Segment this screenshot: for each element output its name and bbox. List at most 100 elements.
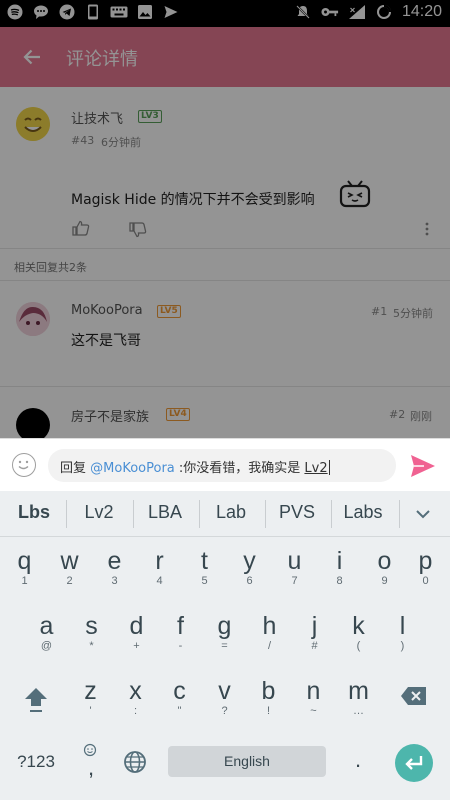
key[interactable]: b! [246,677,291,717]
symbols-key[interactable]: ?123 [6,752,66,772]
globe-icon [124,751,146,773]
key[interactable]: a @ [24,612,69,652]
key[interactable]: v? [202,677,247,717]
key[interactable]: y6 [227,547,272,587]
phone-icon [84,3,102,21]
suggestion-item[interactable]: PVS [268,502,326,523]
keyboard-icon [110,3,128,21]
key[interactable]: m… [336,677,381,717]
reply-bar: 回复 @MoKooPora :你没看错，我确实是 Lv2 [0,438,450,491]
suggestion-item[interactable]: LBA [136,502,194,523]
shift-arrow-icon [25,688,47,712]
reply-text: :你没看错，我确实是 [178,461,305,476]
app-bar: 评论详情 [0,27,450,87]
status-bar: 14:20 [0,0,450,27]
suggestion-strip: Lbs Lv2 LBA Lab PVS Labs [0,491,450,537]
comment-username[interactable]: 让技术飞 [71,108,123,127]
more-vert-icon[interactable] [424,222,430,236]
key[interactable]: f- [158,612,203,652]
divider [0,386,450,387]
avatar[interactable] [16,408,50,438]
key[interactable]: w2 [47,547,92,587]
key[interactable]: z ' [68,677,113,717]
mute-icon [294,3,312,21]
divider [399,500,400,528]
comma-key[interactable]: , [76,755,106,781]
level-badge: LV5 [157,305,181,318]
key[interactable]: j # [292,612,337,652]
dislike-icon[interactable] [128,222,148,238]
reply-floor: #2 [389,408,406,421]
reply-text: 这不是飞哥 [71,333,141,349]
like-icon[interactable] [71,220,91,236]
expand-suggestions-button[interactable] [412,505,434,523]
back-button[interactable] [18,43,46,71]
space-bar[interactable]: English [168,746,326,777]
language-key[interactable] [123,750,147,774]
suggestion-item[interactable]: Lab [202,502,260,523]
avatar[interactable] [16,302,50,336]
enter-key[interactable] [395,744,433,782]
key[interactable]: e3 [92,547,137,587]
avatar[interactable] [16,107,50,141]
key[interactable]: o9 [362,547,407,587]
image-icon [136,3,154,21]
key[interactable]: g = [202,612,247,652]
level-badge: LV3 [138,110,162,123]
key[interactable]: c " [157,677,202,717]
key[interactable]: h / [247,612,292,652]
divider [0,248,450,249]
key[interactable]: i8 [317,547,362,587]
key[interactable]: x: [113,677,158,717]
reply-input[interactable]: 回复 @MoKooPora :你没看错，我确实是 Lv2 [48,449,396,482]
send-button[interactable] [409,453,437,479]
reply-mention: @MoKooPora [90,461,175,476]
page-title: 评论详情 [66,49,138,70]
arrow-left-icon [23,49,40,65]
shift-key[interactable] [22,685,50,715]
suggestion-item[interactable]: Lv2 [70,502,128,523]
telegram-icon [58,3,76,21]
comment-floor: #43 [71,134,95,147]
reply-time: 5分钟前 [393,307,433,320]
key[interactable]: s * [69,612,114,652]
suggestion-item[interactable]: Lbs [5,502,63,523]
emoji-icon [83,742,101,757]
key-icon [321,3,339,21]
smiley-icon [18,460,29,470]
backspace-icon [401,687,426,705]
backspace-key[interactable] [400,686,428,706]
divider [133,500,134,528]
reply-prefix: 回复 [60,461,87,476]
divider [331,500,332,528]
emoji-button[interactable] [12,453,36,477]
key[interactable]: n ~ [291,677,336,717]
divider [0,280,450,281]
reply-username[interactable]: MoKooPora [71,303,143,318]
key[interactable]: p0 [403,547,448,587]
chevron-down-icon [416,510,430,519]
suggestion-item[interactable]: Labs [334,502,392,523]
key[interactable]: d + [114,612,159,652]
signal-icon [348,3,366,21]
sync-icon [375,3,393,21]
key[interactable]: l) [380,612,425,652]
key[interactable]: u7 [272,547,317,587]
reply-floor: #1 [371,305,388,318]
soft-keyboard: Lbs Lv2 LBA Lab PVS Labs q1 w2 e3 r4 t5 … [0,491,450,800]
period-key[interactable]: . [343,747,373,773]
replies-count-label: 相关回复共2条 [14,261,87,274]
spotify-icon [6,3,24,21]
key[interactable]: r4 [137,547,182,587]
comment-text: Magisk Hide 的情况下并不会受到影响 [71,192,315,208]
key[interactable]: t5 [182,547,227,587]
key[interactable]: q1 [2,547,47,587]
reply-username[interactable]: 房子不是家族 [71,406,149,425]
status-time: 14:20 [401,3,442,20]
message-bubble-icon [32,3,50,21]
reply-time: 刚刚 [410,410,432,423]
divider [199,500,200,528]
reply-composing-word: Lv2 [304,461,328,476]
bilibili-tv-icon [339,179,371,209]
key[interactable]: k( [336,612,381,652]
